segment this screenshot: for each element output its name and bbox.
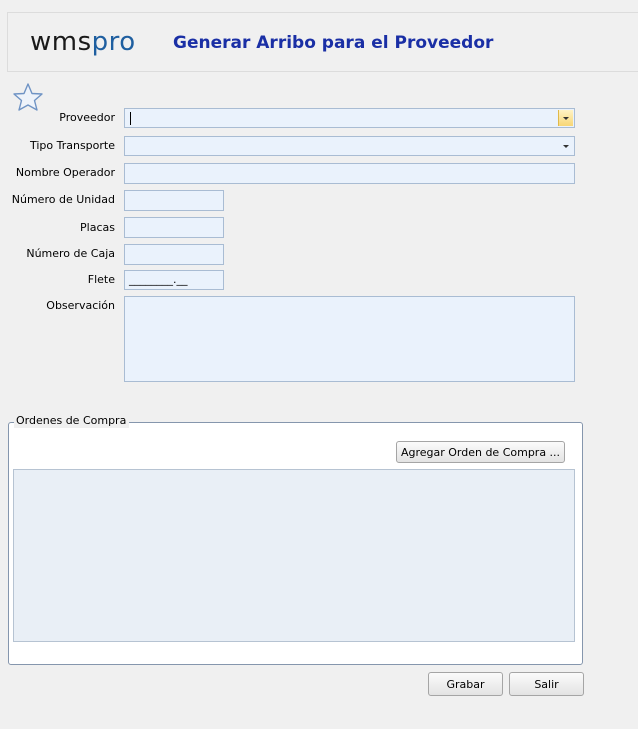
exit-button[interactable]: Salir	[509, 672, 584, 696]
placas-input[interactable]	[124, 217, 224, 238]
page-title: Generar Arribo para el Proveedor	[173, 33, 494, 53]
flete-masked-input[interactable]: ________.__	[124, 270, 224, 290]
flete-mask: ________.__	[129, 273, 188, 286]
purchase-orders-grid[interactable]	[13, 469, 575, 642]
header-banner: wmspro Generar Arribo para el Proveedor	[7, 12, 638, 72]
tipo-transporte-select[interactable]	[124, 136, 575, 156]
save-button[interactable]: Grabar	[428, 672, 503, 696]
proveedor-label: Proveedor	[59, 111, 115, 124]
tipo-transporte-label: Tipo Transporte	[29, 139, 115, 152]
chevron-down-icon[interactable]	[558, 110, 573, 126]
placas-label: Placas	[80, 221, 115, 234]
flete-label: Flete	[87, 273, 115, 286]
numero-unidad-input[interactable]	[124, 190, 224, 211]
numero-caja-label: Número de Caja	[26, 247, 115, 260]
proveedor-combobox[interactable]	[124, 108, 575, 128]
numero-unidad-label: Número de Unidad	[11, 193, 115, 206]
nombre-operador-label: Nombre Operador	[15, 166, 115, 179]
numero-caja-input[interactable]	[124, 244, 224, 265]
wmspro-logo: wmspro	[30, 27, 136, 57]
observacion-textarea[interactable]	[124, 296, 575, 382]
star-icon[interactable]	[12, 82, 44, 112]
text-caret	[130, 112, 131, 125]
observacion-label: Observación	[46, 299, 115, 312]
chevron-down-icon[interactable]	[558, 138, 573, 154]
ordenes-compra-legend: Ordenes de Compra	[14, 414, 130, 428]
nombre-operador-input[interactable]	[124, 163, 575, 184]
add-purchase-order-button[interactable]: Agregar Orden de Compra ...	[396, 441, 565, 463]
